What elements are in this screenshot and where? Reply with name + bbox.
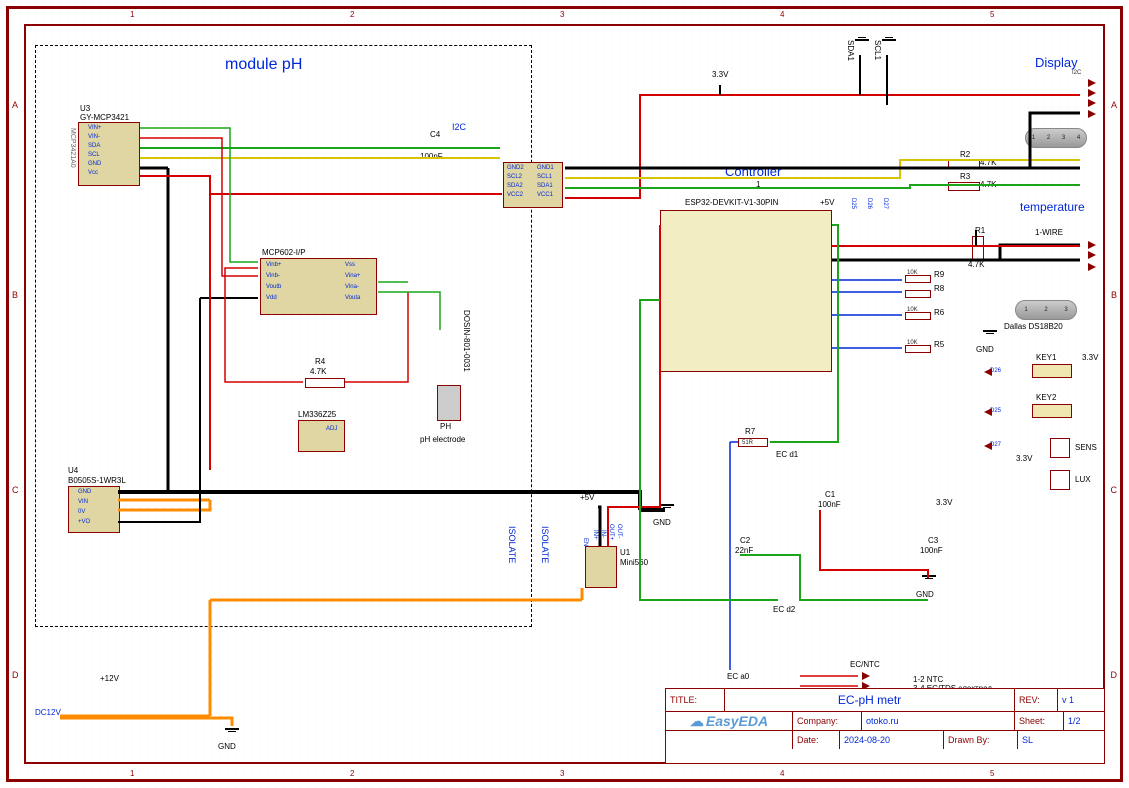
tb-date: 2024-08-20 [839, 731, 943, 749]
tb-drawn: SL [1017, 731, 1104, 749]
tb-sheet-lbl: Sheet: [1014, 712, 1063, 730]
tb-sheet: 1/2 [1063, 712, 1104, 730]
tb-company: otoko.ru [861, 712, 1014, 730]
tb-drawn-lbl: Drawn By: [943, 731, 1017, 749]
tb-rev-lbl: REV: [1014, 689, 1057, 711]
wiring-layer [0, 0, 1129, 788]
tb-date-lbl: Date: [792, 731, 839, 749]
tb-title: EC-pH metr [724, 689, 1014, 711]
tb-rev: v 1 [1057, 689, 1104, 711]
tb-title-lbl: TITLE: [666, 689, 724, 711]
schematic-sheet: 1 2 3 4 5 1 2 3 4 5 A B C D A B C D modu… [0, 0, 1129, 788]
tb-company-lbl: Company: [792, 712, 861, 730]
title-block: TITLE: EC-pH metr REV: v 1 EasyEDA Compa… [665, 688, 1105, 764]
easyeda-logo: EasyEDA [690, 713, 768, 730]
